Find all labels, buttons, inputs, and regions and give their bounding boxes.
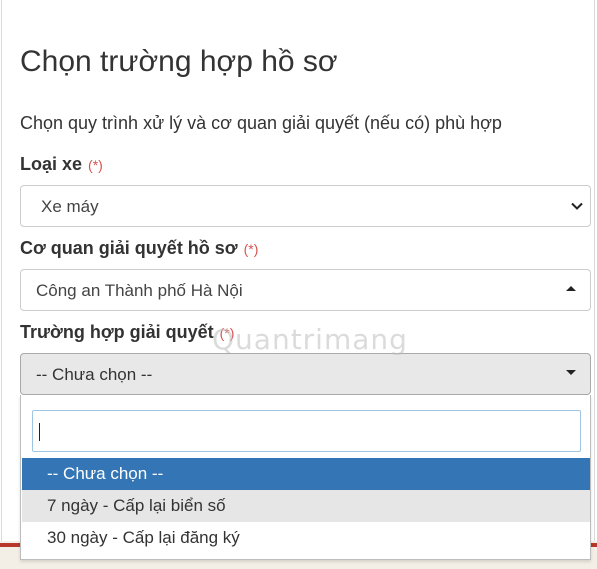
authority-select[interactable]: Công an Thành phố Hà Nội (20, 269, 591, 311)
case-dropdown: -- Chưa chọn -- 7 ngày - Cấp lại biển số… (20, 395, 591, 560)
required-mark: (*) (88, 157, 103, 173)
case-label-text: Trường hợp giải quyết (20, 322, 214, 342)
watermark-text: Quantrimang (212, 323, 408, 356)
caret-up-icon (566, 286, 576, 291)
text-cursor (39, 423, 40, 441)
vehicle-type-label-text: Loại xe (20, 154, 83, 174)
chevron-down-icon (571, 202, 583, 210)
caret-down-icon (566, 370, 576, 375)
page-title: Chọn trường hợp hồ sơ (20, 45, 338, 78)
vehicle-type-value: Xe máy (41, 197, 99, 216)
case-value: -- Chưa chọn -- (36, 365, 153, 384)
case-select[interactable]: -- Chưa chọn -- (20, 353, 591, 395)
vehicle-type-select[interactable]: Xe máy (20, 185, 591, 227)
case-label: Trường hợp giải quyết (*) (20, 322, 234, 343)
dropdown-option[interactable]: 30 ngày - Cấp lại đăng ký (22, 522, 590, 554)
dropdown-search-input[interactable] (32, 410, 581, 452)
dropdown-option[interactable]: -- Chưa chọn -- (22, 458, 590, 490)
watermark-logo: Quantrimang (212, 323, 408, 356)
authority-label-text: Cơ quan giải quyết hồ sơ (20, 238, 238, 258)
form-description: Chọn quy trình xử lý và cơ quan giải quy… (20, 113, 502, 133)
required-mark: (*) (243, 241, 259, 257)
authority-label: Cơ quan giải quyết hồ sơ (*) (20, 238, 258, 259)
dropdown-option[interactable]: 7 ngày - Cấp lại biển số (22, 490, 590, 522)
vehicle-type-label: Loại xe (*) (20, 154, 103, 175)
authority-value: Công an Thành phố Hà Nội (36, 281, 243, 300)
